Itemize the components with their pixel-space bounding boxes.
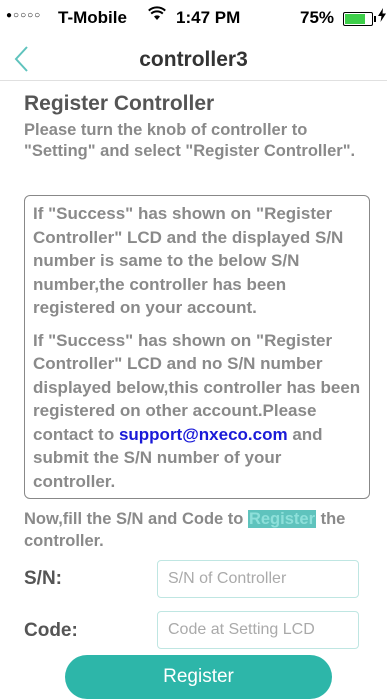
sn-label: S/N: <box>24 568 62 589</box>
register-inline-link[interactable]: Register <box>247 510 316 528</box>
support-email-link[interactable]: support@nxeco.com <box>119 425 288 444</box>
charging-icon <box>378 8 386 25</box>
code-input[interactable] <box>157 611 359 649</box>
sn-input[interactable] <box>157 560 359 598</box>
info-paragraph-other-account: If "Success" has shown on "Register Cont… <box>33 329 363 494</box>
carrier-name: T-Mobile <box>58 8 127 27</box>
section-heading: Register Controller <box>24 92 215 115</box>
page-title: controller3 <box>139 48 248 71</box>
battery-level-fill <box>345 14 365 24</box>
code-label: Code: <box>24 620 78 641</box>
navigation-bar: controller3 <box>0 40 387 81</box>
status-bar: ●○○○○ T-Mobile 1:47 PM 75% <box>0 0 387 40</box>
register-button[interactable]: Register <box>65 655 332 699</box>
battery-tip <box>374 16 376 22</box>
info-paragraph-success-same-sn: If "Success" has shown on "Register Cont… <box>33 204 344 317</box>
wifi-icon <box>148 6 166 27</box>
clock-time: 1:47 PM <box>176 8 241 27</box>
instructions-text: Please turn the knob of controller to "S… <box>24 121 356 160</box>
info-box[interactable]: If "Success" has shown on "Register Cont… <box>24 195 370 499</box>
battery-icon <box>343 12 373 26</box>
signal-strength-icon: ●○○○○ <box>6 10 42 21</box>
register-section: Register Controller Please turn the knob… <box>24 92 374 162</box>
fill-instruction: Now,fill the S/N and Code to Register th… <box>24 508 374 552</box>
fill-text-before: Now,fill the S/N and Code to <box>24 510 248 528</box>
battery-percentage: 75% <box>300 8 335 27</box>
